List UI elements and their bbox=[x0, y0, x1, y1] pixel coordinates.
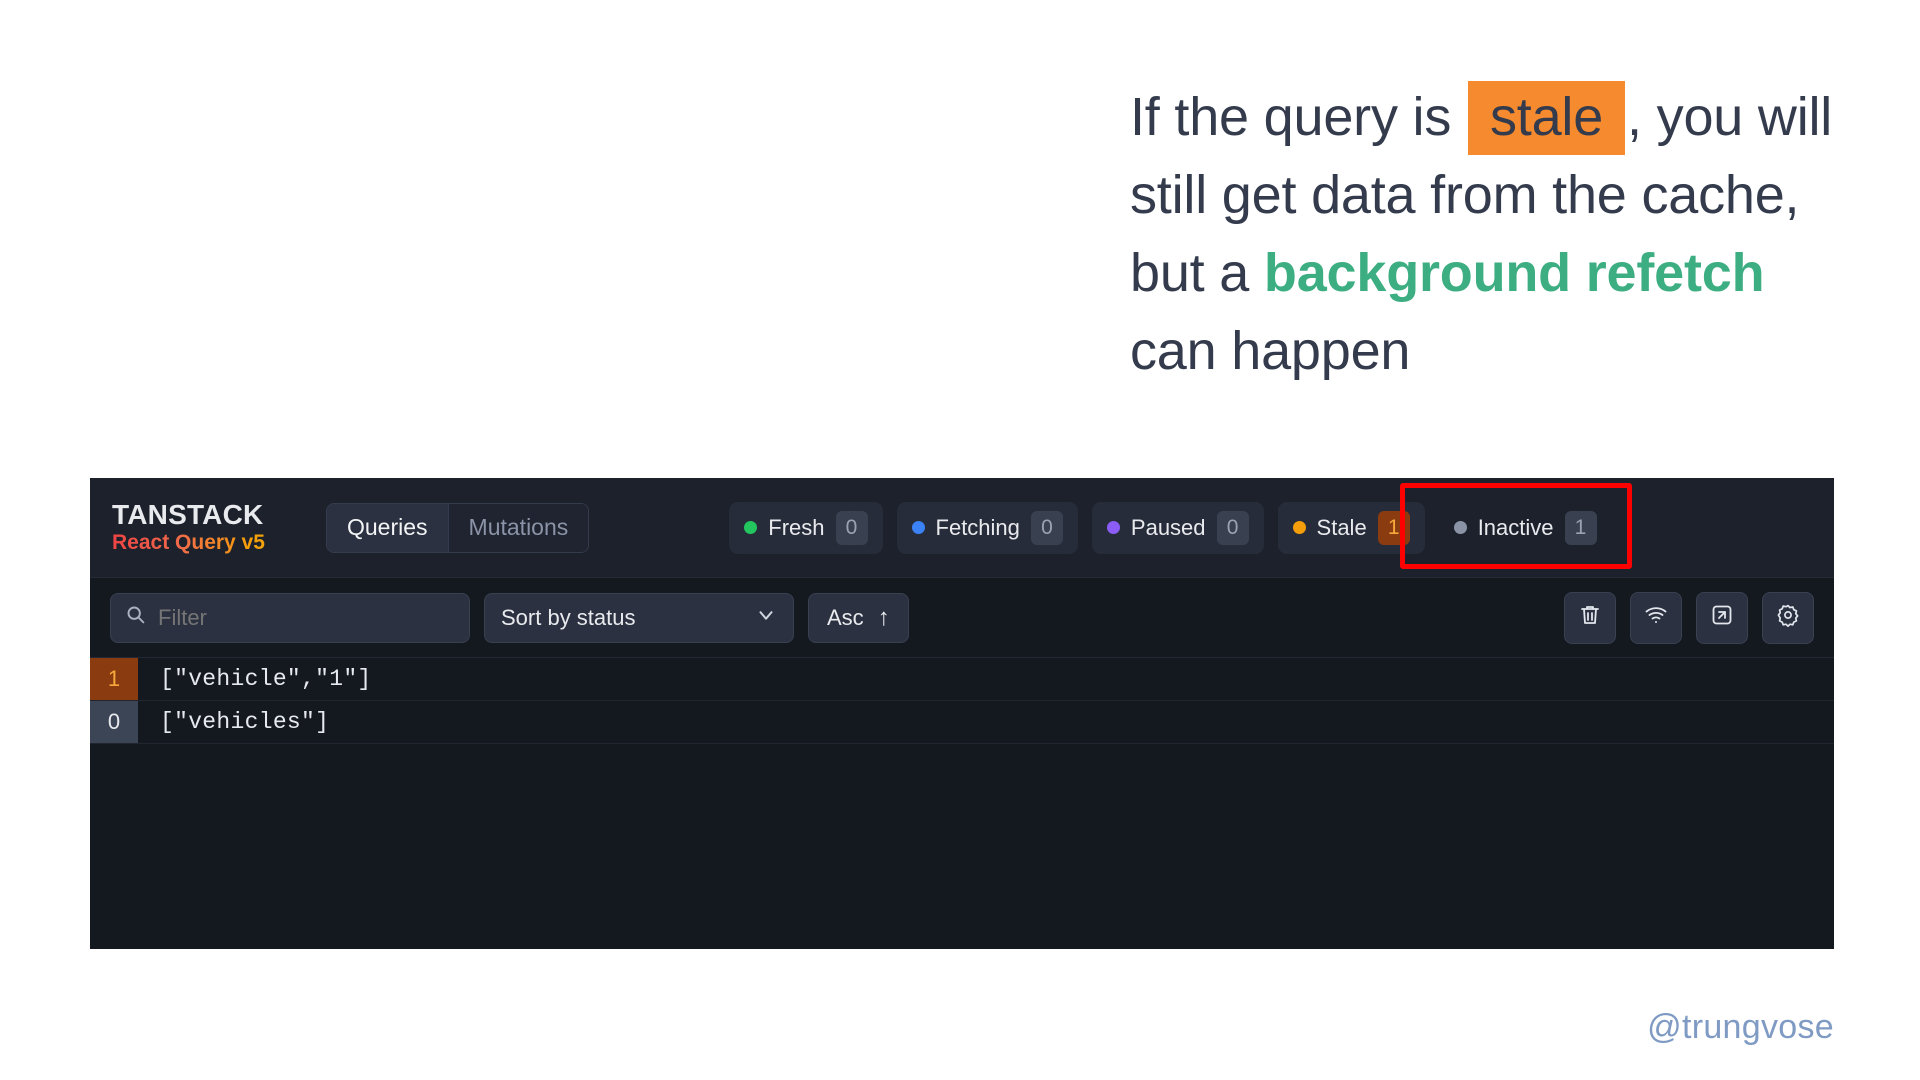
status-badge-fresh-label: Fresh bbox=[768, 514, 825, 540]
fresh-dot-icon bbox=[744, 521, 758, 534]
settings-button[interactable] bbox=[1762, 591, 1814, 644]
status-badge-paused[interactable]: Paused 0 bbox=[1091, 501, 1264, 554]
sort-select[interactable]: Sort by status bbox=[484, 592, 794, 643]
headline-green-emphasis: background refetch bbox=[1263, 243, 1765, 303]
status-badge-stale[interactable]: Stale 1 bbox=[1277, 501, 1425, 554]
headline-text: If the query is stale, you will still ge… bbox=[1130, 78, 1850, 390]
filter-input[interactable] bbox=[158, 604, 455, 631]
row-observer-count: 0 bbox=[90, 701, 138, 743]
devtools-header: TANSTACK React Query v5 Queries Mutation… bbox=[90, 478, 1834, 578]
status-badge-inactive-count: 1 bbox=[1564, 510, 1597, 545]
react-query-devtools-panel: TANSTACK React Query v5 Queries Mutation… bbox=[90, 478, 1834, 949]
query-list: 1 ["vehicle","1"] 0 ["vehicles"] bbox=[90, 658, 1834, 744]
status-badge-fetching[interactable]: Fetching 0 bbox=[896, 501, 1078, 554]
inactive-dot-icon bbox=[1453, 521, 1467, 534]
status-badge-stale-count: 1 bbox=[1377, 510, 1410, 545]
toolbar-icon-buttons bbox=[1564, 591, 1814, 644]
picture-in-picture-icon bbox=[1710, 603, 1734, 632]
picture-in-picture-button[interactable] bbox=[1696, 591, 1748, 644]
brand-logo: TANSTACK React Query v5 bbox=[112, 498, 312, 556]
headline-part3: can happen bbox=[1130, 321, 1411, 381]
status-badge-inactive[interactable]: Inactive 1 bbox=[1439, 502, 1612, 554]
headline-part1: If the query is bbox=[1130, 87, 1466, 147]
tab-mutations[interactable]: Mutations bbox=[447, 503, 589, 552]
row-observer-count: 1 bbox=[90, 658, 138, 700]
status-badge-fresh[interactable]: Fresh 0 bbox=[729, 501, 883, 554]
chevron-down-icon bbox=[755, 604, 777, 632]
paused-dot-icon bbox=[1106, 521, 1120, 534]
status-badge-fetching-label: Fetching bbox=[935, 514, 1020, 540]
clear-cache-button[interactable] bbox=[1564, 591, 1616, 644]
settings-icon bbox=[1776, 603, 1800, 632]
table-row[interactable]: 1 ["vehicle","1"] bbox=[90, 658, 1834, 701]
status-badge-fetching-count: 0 bbox=[1030, 510, 1063, 545]
fetching-dot-icon bbox=[911, 521, 925, 534]
brand-title: TANSTACK bbox=[112, 498, 264, 530]
status-badge-paused-label: Paused bbox=[1130, 514, 1206, 540]
stale-dot-icon bbox=[1292, 521, 1306, 534]
slide-root: If the query is stale, you will still ge… bbox=[0, 0, 1920, 1080]
sort-order-button[interactable]: Asc ↑ bbox=[808, 592, 909, 643]
sort-select-label: Sort by status bbox=[501, 604, 636, 630]
view-toggle: Queries Mutations bbox=[326, 502, 590, 553]
author-watermark: @trungvose bbox=[1647, 1008, 1834, 1046]
sort-order-label: Asc bbox=[827, 604, 864, 630]
tab-queries[interactable]: Queries bbox=[327, 503, 448, 552]
arrow-up-icon: ↑ bbox=[877, 603, 890, 631]
status-badge-paused-count: 0 bbox=[1216, 510, 1249, 545]
status-badge-group: Fresh 0 Fetching 0 Paused 0 Stale 1 Inac… bbox=[729, 501, 1612, 554]
trash-icon bbox=[1578, 603, 1602, 632]
table-row[interactable]: 0 ["vehicles"] bbox=[90, 701, 1834, 744]
status-badge-fresh-count: 0 bbox=[835, 510, 868, 545]
brand-subtitle: React Query v5 bbox=[112, 530, 312, 556]
filter-input-wrapper[interactable] bbox=[110, 592, 470, 643]
search-icon bbox=[125, 604, 146, 631]
toggle-offline-button[interactable] bbox=[1630, 591, 1682, 644]
row-query-key: ["vehicles"] bbox=[160, 709, 330, 735]
row-query-key: ["vehicle","1"] bbox=[160, 666, 372, 692]
wifi-icon bbox=[1644, 603, 1668, 632]
headline-stale-highlight: stale bbox=[1467, 81, 1626, 155]
devtools-toolbar: Sort by status Asc ↑ bbox=[90, 578, 1834, 658]
status-badge-inactive-label: Inactive bbox=[1477, 514, 1554, 540]
status-badge-stale-label: Stale bbox=[1316, 514, 1367, 540]
